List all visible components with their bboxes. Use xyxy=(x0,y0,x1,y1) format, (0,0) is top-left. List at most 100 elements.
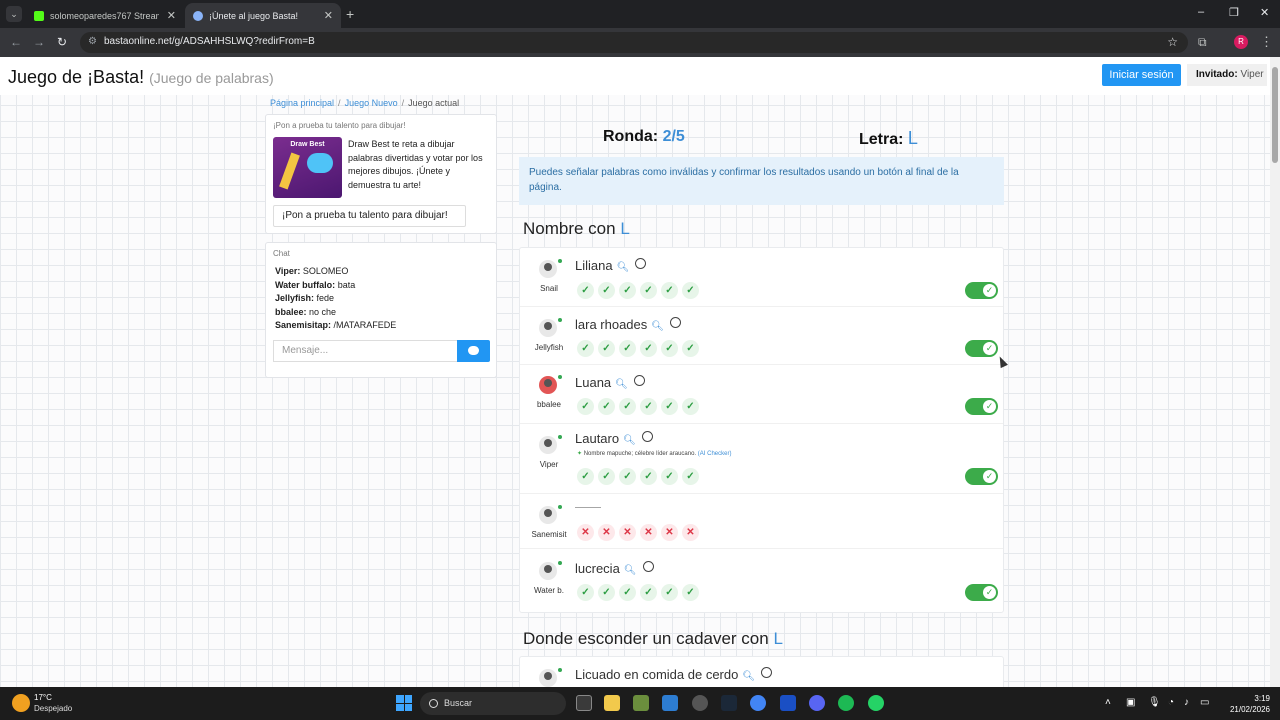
check-icon[interactable]: ✓ xyxy=(682,340,699,357)
microphone-icon[interactable]: 🎙︎ xyxy=(1148,697,1161,708)
cross-icon[interactable]: ✕ xyxy=(640,524,657,541)
bookmark-star-icon[interactable]: ☆ xyxy=(1167,35,1178,49)
check-icon[interactable]: ✓ xyxy=(640,340,657,357)
check-icon[interactable]: ✓ xyxy=(661,282,678,299)
valid-toggle[interactable] xyxy=(965,282,998,299)
back-icon[interactable]: ← xyxy=(10,35,22,49)
check-icon[interactable]: ✓ xyxy=(661,584,678,601)
tray-chevron-icon[interactable]: ˄ xyxy=(1105,697,1111,708)
add-reaction-icon[interactable] xyxy=(761,667,773,678)
check-icon[interactable]: ✓ xyxy=(682,584,699,601)
minecraft-icon[interactable] xyxy=(633,695,649,711)
check-icon[interactable]: ✓ xyxy=(682,398,699,415)
add-reaction-icon[interactable] xyxy=(669,317,681,328)
chrome-icon[interactable] xyxy=(750,695,766,711)
task-view-icon[interactable] xyxy=(576,695,592,711)
check-icon[interactable]: ✓ xyxy=(682,282,699,299)
tab-kick-stream[interactable]: solomeoparedes767 Stream - Wi ✕ xyxy=(26,3,184,28)
taskbar-search[interactable]: Buscar xyxy=(420,692,566,715)
extensions-icon[interactable]: ⧉ xyxy=(1198,35,1207,50)
scrollbar-thumb[interactable] xyxy=(1272,67,1278,163)
cross-icon[interactable]: ✕ xyxy=(682,524,699,541)
check-icon[interactable]: ✓ xyxy=(598,340,615,357)
check-icon[interactable]: ✓ xyxy=(682,468,699,485)
forward-icon[interactable]: → xyxy=(33,35,45,49)
draw-best-image[interactable]: Draw Best xyxy=(273,137,342,198)
profile-avatar[interactable]: R xyxy=(1234,35,1248,49)
tray-app-icon[interactable]: ▣ xyxy=(1126,697,1135,708)
restore-icon[interactable]: ❐ xyxy=(1229,6,1239,19)
check-icon[interactable]: ✓ xyxy=(577,398,594,415)
address-bar[interactable]: ⚙ bastaonline.net/g/ADSAHHSLWQ?redirFrom… xyxy=(80,32,1188,53)
search-icon[interactable]: 🔍︎ xyxy=(623,435,636,446)
valid-toggle[interactable] xyxy=(965,340,998,357)
spotify-icon[interactable] xyxy=(838,695,854,711)
page-scrollbar[interactable] xyxy=(1270,57,1280,687)
obs-icon[interactable] xyxy=(692,695,708,711)
check-icon[interactable]: ✓ xyxy=(619,398,636,415)
battery-icon[interactable]: ▭ xyxy=(1200,697,1209,708)
check-icon[interactable]: ✓ xyxy=(619,282,636,299)
chat-message-input[interactable]: Mensaje... xyxy=(273,340,457,362)
check-icon[interactable]: ✓ xyxy=(640,468,657,485)
check-icon[interactable]: ✓ xyxy=(577,584,594,601)
check-icon[interactable]: ✓ xyxy=(598,282,615,299)
photos-icon[interactable] xyxy=(662,695,678,711)
minimize-icon[interactable]: – xyxy=(1198,6,1204,18)
site-info-icon[interactable]: ⚙ xyxy=(88,36,97,47)
add-reaction-icon[interactable] xyxy=(635,258,647,269)
check-icon[interactable]: ✓ xyxy=(619,468,636,485)
discord-icon[interactable] xyxy=(809,695,825,711)
promo-button[interactable]: ¡Pon a prueba tu talento para dibujar! xyxy=(273,205,466,227)
tab-search-chevron-icon[interactable]: ⌄ xyxy=(6,6,22,22)
check-icon[interactable]: ✓ xyxy=(577,468,594,485)
new-tab-button[interactable]: + xyxy=(346,6,354,22)
add-reaction-icon[interactable] xyxy=(641,431,653,442)
valid-toggle[interactable] xyxy=(965,468,998,485)
wifi-icon[interactable]: ◔ xyxy=(1168,697,1174,708)
ai-note-source[interactable]: (AI Checker) xyxy=(698,451,732,457)
close-tab-icon[interactable]: ✕ xyxy=(167,9,176,22)
cross-icon[interactable]: ✕ xyxy=(598,524,615,541)
valid-toggle[interactable] xyxy=(965,584,998,601)
chat-send-button[interactable] xyxy=(457,340,490,362)
check-icon[interactable]: ✓ xyxy=(619,340,636,357)
login-button[interactable]: Iniciar sesión xyxy=(1102,64,1181,86)
check-icon[interactable]: ✓ xyxy=(619,584,636,601)
search-icon[interactable]: 🔍︎ xyxy=(615,379,628,390)
check-icon[interactable]: ✓ xyxy=(640,398,657,415)
add-reaction-icon[interactable] xyxy=(633,375,645,386)
breadcrumb-home[interactable]: Página principal xyxy=(270,98,334,108)
valid-toggle[interactable] xyxy=(965,398,998,415)
close-tab-icon[interactable]: ✕ xyxy=(324,9,333,22)
site-title[interactable]: Juego de ¡Basta! (Juego de palabras) xyxy=(8,67,274,88)
reload-icon[interactable]: ↻ xyxy=(57,35,67,49)
browser-menu-icon[interactable]: ⋮ xyxy=(1260,34,1273,50)
check-icon[interactable]: ✓ xyxy=(640,584,657,601)
weather-temperature[interactable]: 17°C xyxy=(34,693,52,702)
search-icon[interactable]: 🔍︎ xyxy=(651,321,664,332)
check-icon[interactable]: ✓ xyxy=(598,584,615,601)
check-icon[interactable]: ✓ xyxy=(598,468,615,485)
weather-moon-icon[interactable] xyxy=(12,694,30,712)
cross-icon[interactable]: ✕ xyxy=(661,524,678,541)
file-explorer-icon[interactable] xyxy=(604,695,620,711)
cross-icon[interactable]: ✕ xyxy=(619,524,636,541)
close-window-icon[interactable]: ✕ xyxy=(1260,6,1269,19)
url-text[interactable]: bastaonline.net/g/ADSAHHSLWQ?redirFrom=B xyxy=(104,36,315,47)
check-icon[interactable]: ✓ xyxy=(577,282,594,299)
check-icon[interactable]: ✓ xyxy=(661,468,678,485)
cross-icon[interactable]: ✕ xyxy=(577,524,594,541)
check-icon[interactable]: ✓ xyxy=(577,340,594,357)
tab-basta-game[interactable]: ¡Únete al juego Basta! ✕ xyxy=(185,3,341,28)
check-icon[interactable]: ✓ xyxy=(640,282,657,299)
whatsapp-icon[interactable] xyxy=(868,695,884,711)
search-icon[interactable]: 🔍︎ xyxy=(624,565,637,576)
info-app-icon[interactable] xyxy=(780,695,796,711)
search-icon[interactable]: 🔍︎ xyxy=(742,671,755,682)
breadcrumb-new-game[interactable]: Juego Nuevo xyxy=(345,98,398,108)
add-reaction-icon[interactable] xyxy=(642,561,654,572)
check-icon[interactable]: ✓ xyxy=(661,398,678,415)
search-icon[interactable]: 🔍︎ xyxy=(617,262,630,273)
volume-icon[interactable]: ♪ xyxy=(1184,697,1189,708)
